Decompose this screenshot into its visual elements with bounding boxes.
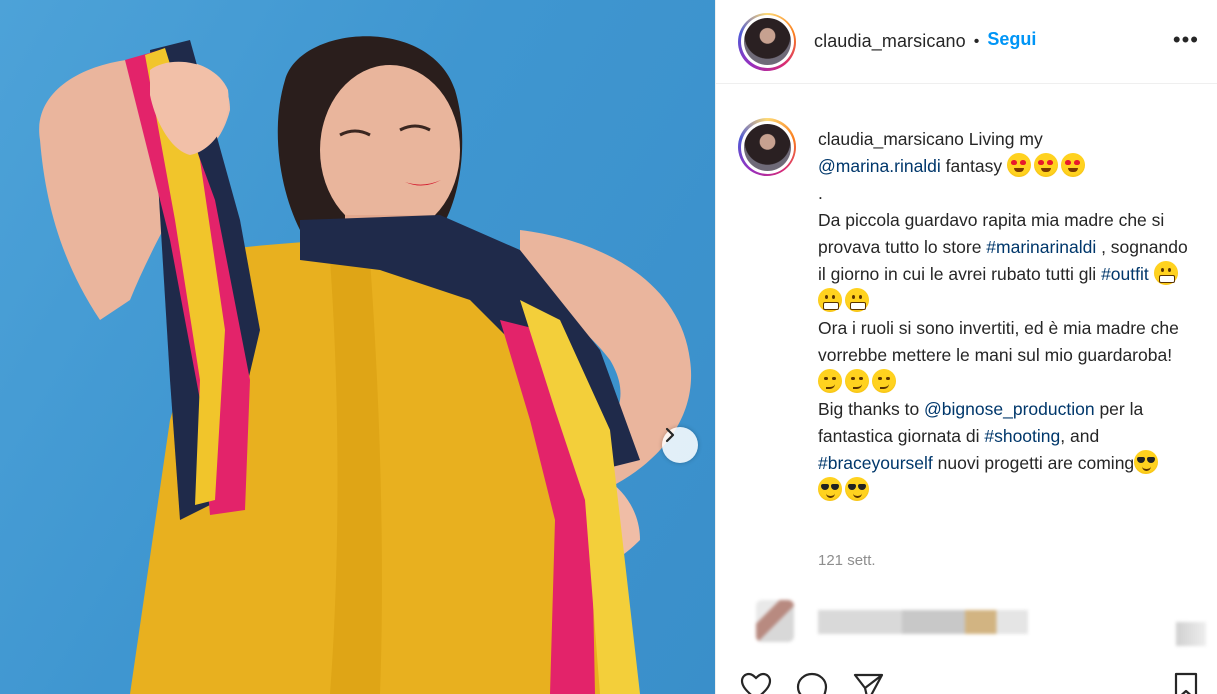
heart-eyes-emoji-icon	[1060, 153, 1085, 177]
follow-button[interactable]: Segui	[987, 29, 1036, 50]
caption-avatar-image	[743, 123, 791, 171]
post-side-panel: claudia_marsicano • Segui ••• claudia_ma…	[715, 0, 1217, 694]
caption-username[interactable]: claudia_marsicano	[818, 129, 964, 149]
bookmark-icon[interactable]	[1172, 672, 1200, 694]
caption-text-part: Living my	[963, 129, 1043, 149]
caption-text-part: fantasy	[940, 156, 1007, 176]
comment-avatar	[756, 600, 794, 642]
grimacing-emoji-icon	[818, 288, 842, 312]
blurred-comment	[756, 600, 1206, 650]
post-caption: claudia_marsicano Living my @marina.rina…	[738, 118, 1198, 504]
caption-avatar[interactable]	[738, 118, 796, 176]
sunglasses-emoji-icon	[1134, 450, 1159, 474]
avatar-image	[743, 18, 791, 65]
chevron-right-icon	[665, 427, 675, 443]
post-header: claudia_marsicano • Segui •••	[716, 0, 1217, 84]
smirking-emoji-icon	[872, 369, 896, 393]
more-options-icon[interactable]: •••	[1173, 29, 1199, 51]
header-username[interactable]: claudia_marsicano	[814, 31, 966, 52]
comment-text-redacted	[818, 610, 1028, 634]
separator-dot: •	[973, 32, 980, 50]
caption-text-part: nuovi progetti are coming	[932, 453, 1135, 473]
hashtag-outfit[interactable]: #outfit	[1101, 264, 1149, 284]
caption-text-part: Ora i ruoli si sono invertiti, ed è mia …	[818, 318, 1179, 365]
heart-eyes-emoji-icon	[1006, 153, 1031, 177]
mention-marina-rinaldi[interactable]: @marina.rinaldi	[818, 156, 941, 176]
heart-icon[interactable]	[740, 672, 772, 694]
next-image-button[interactable]	[662, 427, 698, 463]
photo-illustration	[39, 36, 692, 694]
paper-plane-icon[interactable]	[852, 672, 884, 694]
caption-text-part: , and	[1060, 426, 1100, 446]
smirking-emoji-icon	[845, 369, 869, 393]
sunglasses-emoji-icon	[818, 477, 842, 501]
sunglasses-emoji-icon	[845, 477, 869, 501]
grimacing-emoji-icon	[1153, 261, 1178, 285]
caption-text: claudia_marsicano Living my @marina.rina…	[818, 126, 1188, 504]
mention-bignose-production[interactable]: @bignose_production	[924, 399, 1095, 419]
action-bar	[740, 672, 1200, 694]
comment-like-redacted	[1176, 622, 1206, 646]
grimacing-emoji-icon	[845, 288, 869, 312]
smirking-emoji-icon	[818, 369, 842, 393]
caption-dot: .	[818, 183, 823, 203]
comment-icon[interactable]	[796, 672, 828, 694]
avatar[interactable]	[738, 12, 796, 71]
post-image	[0, 0, 715, 694]
hashtag-marinarinaldi[interactable]: #marinarinaldi	[986, 237, 1096, 257]
hashtag-braceyourself[interactable]: #braceyourself	[818, 453, 933, 473]
caption-text-part: Big thanks to	[818, 399, 925, 419]
hashtag-shooting[interactable]: #shooting	[984, 426, 1060, 446]
post-timestamp[interactable]: 121 sett.	[818, 552, 876, 569]
heart-eyes-emoji-icon	[1033, 153, 1058, 177]
